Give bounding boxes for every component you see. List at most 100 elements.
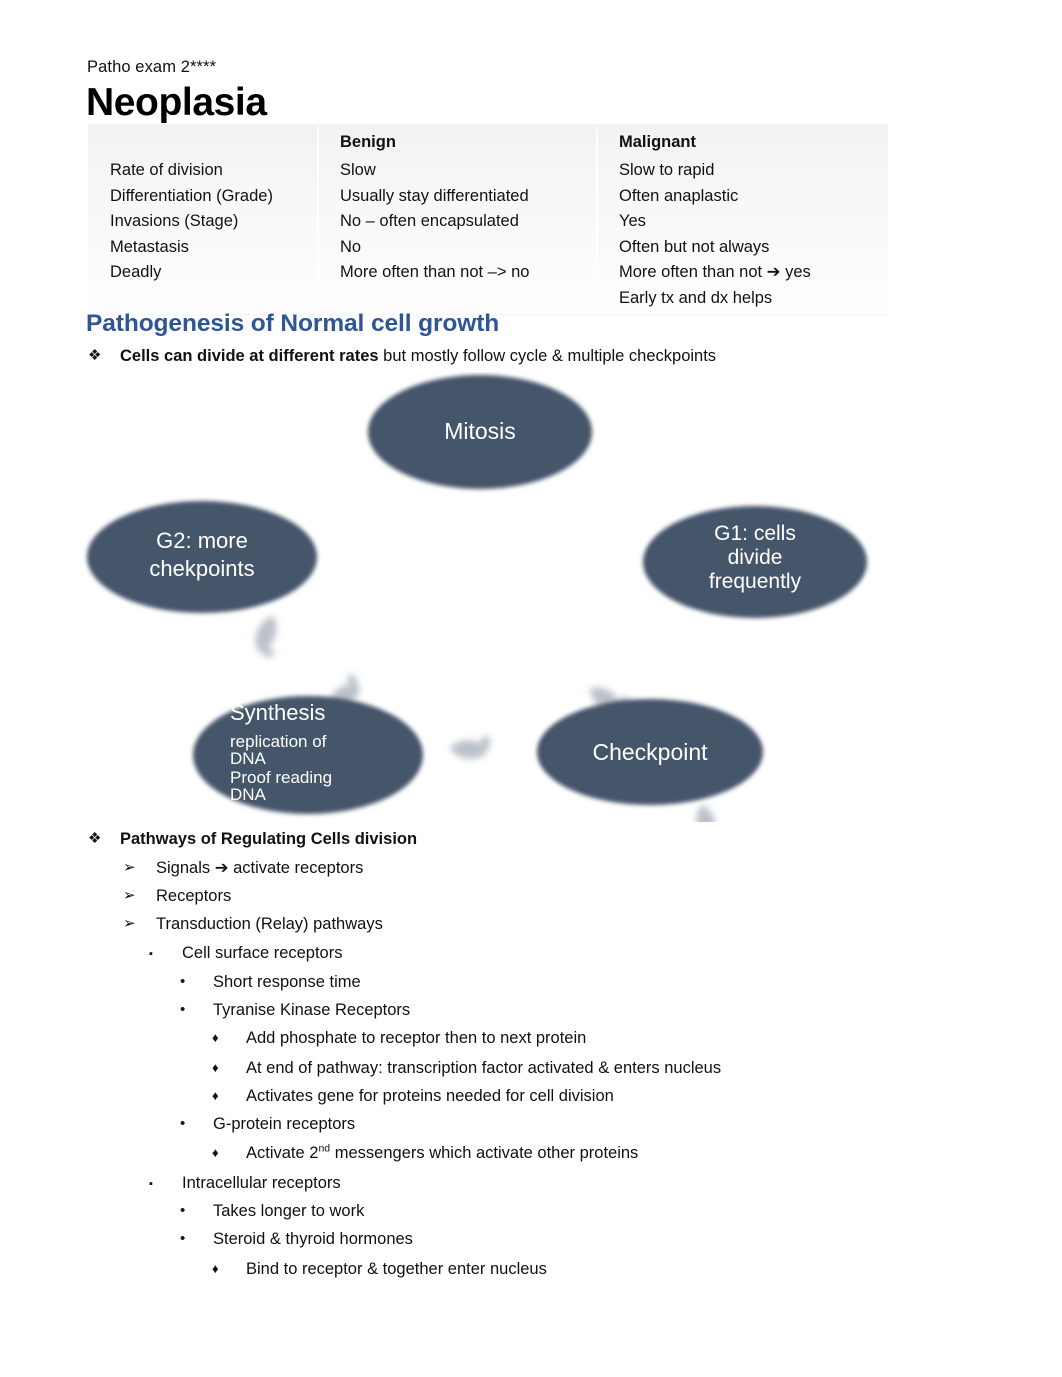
node-g1-line3: frequently: [709, 570, 802, 593]
arrow-bullet-icon: ➢: [123, 887, 136, 904]
round-bullet-icon: •: [180, 1115, 186, 1132]
cell-feature: Differentiation (Grade): [110, 186, 273, 205]
cell-feature: Rate of division: [110, 161, 223, 179]
benign-malignant-table: Benign Malignant Rate of division Slow S…: [88, 124, 888, 314]
cell-benign: Slow: [340, 161, 376, 179]
solid-diamond-bullet-icon: ♦: [212, 1030, 219, 1045]
cell-feature: Invasions (Stage): [110, 212, 239, 230]
cell-benign: No – often encapsulated: [340, 212, 519, 230]
cell-malignant: Often but not always: [619, 237, 770, 256]
round-bullet-icon: •: [180, 1001, 186, 1018]
square-bullet-icon: ▪: [149, 1178, 153, 1190]
list-item-text-post: messengers which activate other proteins: [330, 1144, 639, 1162]
list-item: ♦ Activate 2nd messengers which activate…: [212, 1141, 638, 1165]
column-header-feature: [88, 124, 318, 158]
cell-malignant: More often than not ➔ yes Early tx and d…: [597, 260, 888, 311]
list-item: ❖ Cells can divide at different rates bu…: [88, 344, 716, 368]
list-item: ♦ Add phosphate to receptor then to next…: [212, 1026, 586, 1050]
diamond-bullet-icon: ❖: [88, 347, 102, 364]
connector-synthesis-to-g2-icon: [255, 616, 277, 659]
list-item-label: Activates gene for proteins needed for c…: [246, 1087, 614, 1105]
list-item-bold-text: Cells can divide at different rates: [120, 347, 379, 365]
node-checkpoint-label: Checkpoint: [592, 739, 708, 765]
column-header-benign: Benign: [340, 133, 396, 151]
list-item: ♦ Bind to receptor & together enter nucl…: [212, 1257, 547, 1281]
table-row: Differentiation (Grade) Usually stay dif…: [88, 184, 888, 210]
cell-benign: Usually stay differentiated: [340, 186, 529, 205]
cell-benign: No: [340, 237, 362, 256]
diamond-bullet-icon: ❖: [88, 830, 102, 847]
round-bullet-icon: •: [180, 973, 186, 990]
column-header-malignant: Malignant: [619, 133, 696, 151]
list-item: • G-protein receptors: [180, 1112, 355, 1136]
list-item-label: Pathways of Regulating Cells division: [120, 830, 418, 848]
solid-diamond-bullet-icon: ♦: [212, 1145, 219, 1160]
table-header-row: Benign Malignant: [88, 124, 888, 158]
node-g2-label: G2: more: [156, 528, 248, 553]
solid-diamond-bullet-icon: ♦: [212, 1261, 219, 1276]
list-item-label: Bind to receptor & together enter nucleu…: [246, 1260, 547, 1278]
table-row: Deadly More often than not –> no More of…: [88, 260, 888, 311]
cycle-diagram-svg: Mitosis G2: more chekpoints G1: cells di…: [87, 375, 867, 822]
cell-feature: Metastasis: [110, 237, 189, 256]
list-item-rest-text: but mostly follow cycle & multiple check…: [378, 347, 717, 365]
list-item: • Takes longer to work: [180, 1199, 364, 1223]
node-g2-line2: chekpoints: [149, 556, 254, 581]
list-item: ♦ At end of pathway: transcription facto…: [212, 1056, 721, 1080]
list-item-label: At end of pathway: transcription factor …: [246, 1059, 722, 1077]
list-item: • Tyranise Kinase Receptors: [180, 998, 410, 1022]
list-item: ➢ Signals ➔ activate receptors: [123, 856, 363, 880]
connector-synthesis-to-checkpoint-icon: [450, 736, 491, 759]
list-item: ▪ Cell surface receptors: [149, 941, 342, 966]
list-item-label: Short response time: [213, 973, 361, 991]
list-item-label: Activate 2nd messengers which activate o…: [246, 1141, 638, 1165]
cell-malignant: Often anaplastic: [619, 186, 739, 205]
table-row: Metastasis No Often but not always: [88, 235, 888, 261]
round-bullet-icon: •: [180, 1202, 186, 1219]
list-item-label: Add phosphate to receptor then to next p…: [246, 1029, 587, 1047]
list-item: ♦ Activates gene for proteins needed for…: [212, 1084, 614, 1108]
list-item-label: Takes longer to work: [213, 1202, 365, 1220]
table-row: Rate of division Slow Slow to rapid: [88, 158, 888, 184]
arrow-bullet-icon: ➢: [123, 859, 136, 876]
list-item: ❖ Pathways of Regulating Cells division: [88, 827, 417, 851]
cell-cycle-diagram: Mitosis G2: more chekpoints G1: cells di…: [80, 372, 910, 822]
cell-benign: More often than not –> no: [340, 263, 530, 281]
list-item-label: Transduction (Relay) pathways: [156, 915, 383, 933]
section-heading-pathogenesis: Pathogenesis of Normal cell growth: [86, 310, 500, 337]
list-item-label: Cell surface receptors: [182, 944, 343, 962]
cell-malignant: Slow to rapid: [619, 161, 715, 179]
list-item-superscript: nd: [318, 1142, 331, 1155]
node-g1-label: G1: cells: [714, 522, 796, 545]
node-synthesis-line3: DNA: [230, 749, 267, 768]
list-item: • Short response time: [180, 970, 361, 994]
cell-malignant-line2: Early tx and dx helps: [619, 288, 773, 307]
list-item-label: Signals ➔ activate receptors: [156, 859, 364, 877]
solid-diamond-bullet-icon: ♦: [212, 1060, 219, 1075]
list-item-label: G-protein receptors: [213, 1115, 356, 1133]
arrow-bullet-icon: ➢: [123, 915, 136, 932]
connector-g1-to-checkpoint-icon: [696, 804, 724, 822]
list-item-text-pre: Activate 2: [246, 1144, 319, 1162]
list-item: ➢ Transduction (Relay) pathways: [123, 912, 383, 936]
list-item: • Steroid & thyroid hormones: [180, 1227, 413, 1251]
cell-malignant-line1: More often than not ➔ yes: [619, 263, 811, 281]
document-tagline: Patho exam 2****: [87, 58, 217, 76]
cell-feature: Deadly: [110, 263, 162, 281]
list-item: ➢ Receptors: [123, 884, 231, 908]
list-item-label: Cells can divide at different rates but …: [120, 344, 716, 368]
solid-diamond-bullet-icon: ♦: [212, 1088, 219, 1103]
list-item-label: Intracellular receptors: [182, 1174, 341, 1192]
node-synthesis-line5: DNA: [230, 785, 267, 804]
round-bullet-icon: •: [180, 1230, 186, 1247]
list-item: ▪ Intracellular receptors: [149, 1171, 341, 1196]
list-item-label: Tyranise Kinase Receptors: [213, 1001, 411, 1019]
node-synthesis-label: Synthesis: [230, 700, 325, 725]
cell-malignant: Yes: [619, 212, 646, 230]
document-page: Patho exam 2**** Neoplasia Benign Malign…: [0, 0, 1062, 1377]
node-g1-line2: divide: [728, 546, 783, 569]
node-mitosis-label: Mitosis: [444, 418, 516, 444]
page-title: Neoplasia: [86, 81, 267, 124]
square-bullet-icon: ▪: [149, 948, 153, 960]
list-item-label: Steroid & thyroid hormones: [213, 1230, 413, 1248]
